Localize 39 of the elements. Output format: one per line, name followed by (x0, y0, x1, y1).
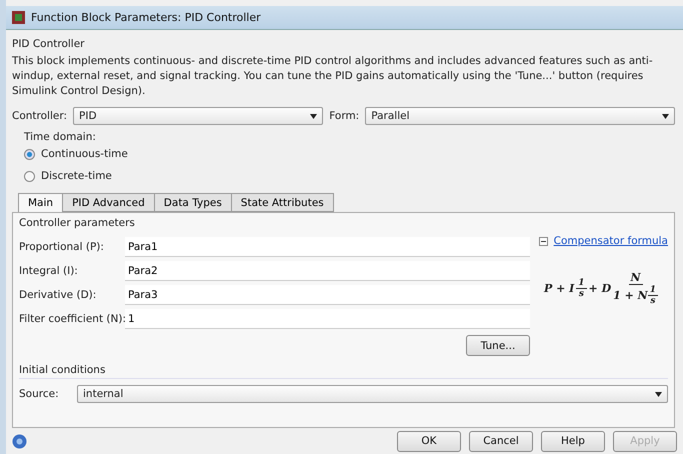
input-field[interactable]: 1 (125, 309, 530, 329)
app-icon (12, 11, 25, 24)
source-label: Source: (19, 388, 60, 400)
source-dropdown[interactable]: internal (77, 385, 668, 403)
radio-label: Discrete-time (41, 170, 112, 182)
radio-button[interactable] (24, 148, 35, 160)
dialog-button[interactable]: Cancel (469, 430, 533, 452)
compensator-formula-link[interactable]: Compensator formula (554, 235, 668, 247)
tab[interactable]: Data Types (154, 193, 232, 212)
tab[interactable]: State Attributes (230, 193, 334, 212)
field-label: Integral (I): (19, 265, 79, 277)
caret-icon (310, 114, 318, 118)
block-name: PID Controller (12, 38, 86, 50)
block-description: This block implements continuous- and discrete-time PID control algorithms and includes advanced features such as anti-windup, external reset, and signal tracking. You can tune the PID gains automatically using the 'Tune...' button (requires Simulink Control Design). (12, 54, 654, 99)
input-field[interactable]: Para3 (125, 285, 530, 305)
tab[interactable]: PID Advanced (62, 193, 155, 212)
tab[interactable]: Main (18, 193, 64, 212)
field-label: Proportional (P): (19, 241, 105, 253)
radio-label: Continuous-time (41, 148, 128, 160)
radio-button[interactable] (24, 170, 35, 182)
controller-label: Controller: (12, 110, 68, 122)
form-dropdown[interactable]: Parallel (365, 107, 675, 125)
dialog-button[interactable]: Help (541, 430, 605, 452)
section-title: Initial conditions (19, 364, 668, 379)
tune-button[interactable]: Tune... (466, 335, 530, 356)
section-title: Controller parameters (19, 217, 136, 229)
field-label: Filter coefficient (N): (19, 313, 125, 325)
controller-dropdown[interactable]: PID (73, 107, 324, 125)
caret-icon (662, 114, 669, 118)
input-field[interactable]: Para2 (125, 261, 530, 281)
help-icon[interactable] (12, 434, 27, 448)
dialog-button[interactable]: OK (397, 430, 461, 452)
field-label: Derivative (D): (19, 289, 98, 301)
time-domain-label: Time domain: (23, 131, 97, 143)
form-label: Form: (329, 110, 360, 122)
collapse-icon[interactable] (538, 236, 548, 246)
caret-icon (655, 392, 662, 396)
window-title: Function Block Parameters: PID Controller (31, 11, 261, 24)
input-field[interactable]: Para1 (125, 237, 530, 257)
